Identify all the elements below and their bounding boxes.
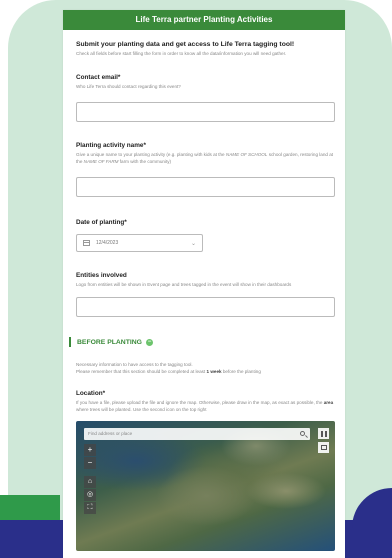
activity-name-desc-part: Give a unique name to your planting acti…	[76, 152, 226, 157]
activity-name-label: Planting activity name*	[76, 142, 146, 149]
map-search-input[interactable]: Find address or place	[84, 428, 310, 440]
activity-name-group: Planting activity name* Give a unique na…	[76, 142, 335, 197]
map-search-placeholder: Find address or place	[88, 431, 133, 436]
home-icon[interactable]: ⌂	[84, 476, 96, 488]
location-desc-part: where trees will be planted. Use the sec…	[76, 407, 207, 412]
contact-email-label: Contact email*	[76, 74, 121, 81]
entities-label: Entities involved	[76, 272, 127, 279]
before-planting-line2: Please remember that this section should…	[76, 368, 335, 375]
location-desc-area: area	[323, 400, 334, 405]
before-planting-title: BEFORE PLANTING	[77, 338, 142, 346]
search-icon[interactable]	[300, 431, 305, 436]
form-header: Life Terra partner Planting Activities	[63, 10, 345, 30]
activity-name-desc-school: NAME OF SCHOOL	[225, 152, 268, 157]
zoom-out-button[interactable]: −	[84, 457, 96, 469]
intro-section: Submit your planting data and get access…	[76, 41, 335, 57]
intro-description: Check all fields before start filling th…	[76, 51, 287, 56]
activity-name-desc-part: farm with the community)	[118, 159, 172, 164]
calendar-icon	[83, 240, 90, 246]
activity-name-desc-farm: NAME OF FARM	[83, 159, 119, 164]
before-planting-header[interactable]: BEFORE PLANTING −	[69, 337, 335, 347]
collapse-icon[interactable]: −	[145, 338, 153, 346]
form-content: Submit your planting data and get access…	[63, 30, 345, 551]
before-planting-line2-part: before the planting	[221, 369, 261, 374]
contact-email-description: Who Life Terra should contact regarding …	[76, 84, 181, 89]
fullscreen-icon[interactable]: ⛶	[84, 502, 96, 514]
location-description: If you have a file, please upload the fi…	[76, 399, 335, 413]
activity-name-description: Give a unique name to your planting acti…	[76, 151, 335, 165]
contact-email-group: Contact email* Who Life Terra should con…	[76, 74, 335, 122]
location-label: Location*	[76, 390, 106, 397]
form-card: Life Terra partner Planting Activities S…	[63, 10, 345, 558]
entities-group: Entities involved Logo from entities wil…	[76, 272, 335, 317]
date-value: 12/4/2023	[96, 240, 119, 246]
contact-email-input[interactable]	[76, 102, 335, 122]
entities-description: Logo from entities will be shown in Even…	[76, 282, 292, 287]
draw-area-icon[interactable]	[318, 442, 329, 453]
locate-icon[interactable]: ◎	[84, 489, 96, 501]
entities-input[interactable]	[76, 297, 335, 317]
chevron-down-icon: ⌄	[190, 240, 196, 247]
date-picker[interactable]: 12/4/2023 ⌄	[76, 234, 203, 252]
before-planting-deadline: 1 week	[206, 369, 222, 374]
location-map[interactable]: Find address or place + − ⌂ ◎ ⛶	[76, 421, 335, 551]
before-planting-line1: Necessary information to have access to …	[76, 362, 193, 367]
intro-title: Submit your planting data and get access…	[76, 41, 295, 48]
date-label: Date of planting*	[76, 219, 127, 226]
location-desc-part: If you have a file, please upload the fi…	[76, 400, 324, 405]
before-planting-info: Necessary information to have access to …	[76, 361, 335, 375]
location-group: Location* If you have a file, please upl…	[76, 390, 335, 551]
before-planting-line2-part: Please remember that this section should…	[76, 369, 207, 374]
zoom-in-button[interactable]: +	[84, 444, 96, 456]
activity-name-input[interactable]	[76, 177, 335, 197]
qr-code-icon[interactable]	[318, 428, 329, 439]
date-group: Date of planting* 12/4/2023 ⌄	[76, 219, 335, 252]
